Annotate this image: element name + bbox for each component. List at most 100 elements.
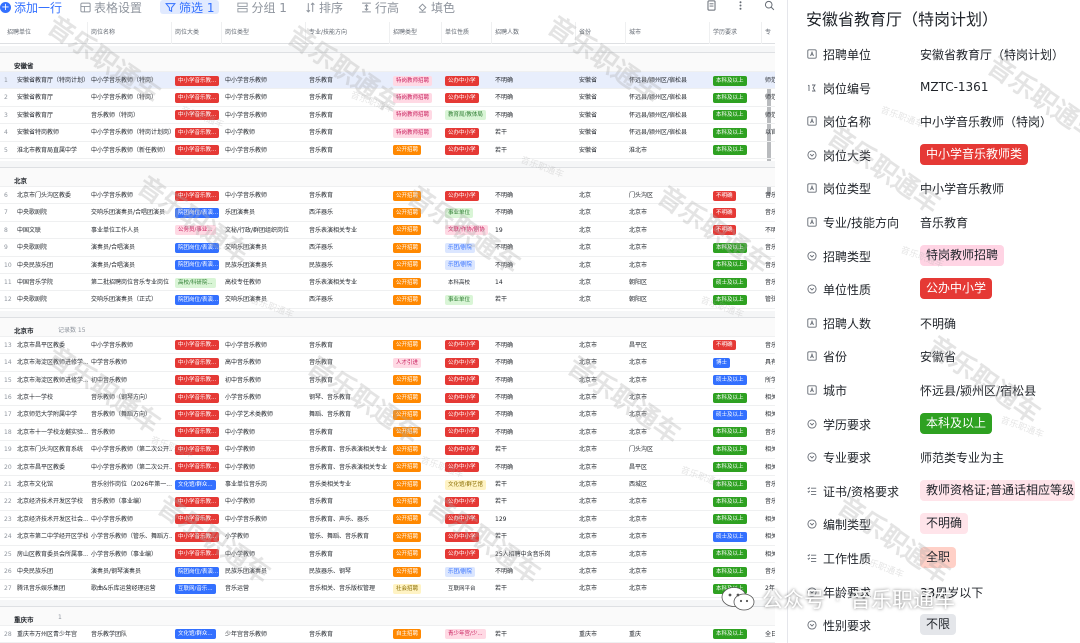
table-cell[interactable]: 不明确	[492, 72, 576, 89]
table-cell[interactable]: 中小学音乐教...	[172, 142, 222, 159]
table-cell[interactable]: 重庆市	[576, 626, 626, 643]
table-cell[interactable]: 音乐教育	[306, 124, 390, 141]
table-cell[interactable]: 门头沟区	[626, 441, 710, 458]
field-value[interactable]: MZTC-1361	[920, 80, 988, 94]
table-cell[interactable]: 北京市	[626, 546, 710, 563]
table-cell[interactable]: 昌平区	[626, 337, 710, 354]
table-cell[interactable]: 北京经济技术开发区社会...	[14, 511, 88, 528]
table-cell[interactable]: 院团岗位/表演...	[172, 291, 222, 308]
table-cell[interactable]: 音乐教师（事业编）	[88, 493, 172, 510]
field-value[interactable]: 中小学音乐教师	[920, 180, 1004, 197]
table-cell[interactable]: 中小学教师	[222, 424, 306, 441]
table-cell[interactable]: 北京	[576, 291, 626, 308]
table-cell[interactable]: 中小学音乐教师（特岗计划岗）	[88, 124, 172, 141]
table-cell[interactable]: 公办中小学	[442, 142, 492, 159]
table-cell[interactable]: 小学音乐教师（事业编）	[88, 546, 172, 563]
table-cell[interactable]: 北京市	[626, 354, 710, 371]
column-header[interactable]: 岗位大类	[172, 22, 222, 44]
table-cell[interactable]: 北京市	[576, 459, 626, 476]
table-cell[interactable]: 相关	[762, 406, 775, 423]
table-cell[interactable]: 互联网/音乐...	[172, 580, 222, 597]
table-row[interactable]: 23 北京经济技术开发区社会... 中小学音乐教师 中小学音乐教... 中小学音乐教师音…	[0, 511, 775, 529]
table-cell[interactable]: 怀远县/颍州区/宿松县	[626, 89, 710, 106]
table-cell[interactable]: 中小学音乐教师（第二次公开...	[88, 441, 172, 458]
table-cell[interactable]: 公开招聘	[390, 239, 442, 256]
group-header[interactable]: 北京市 记录数 15	[0, 316, 775, 337]
table-cell[interactable]: 若干	[492, 142, 576, 159]
table-row[interactable]: 3 安徽省教育厅 音乐教师（特岗） 中小学音乐教... 中小学音乐教师 音乐教育 特岗教师招…	[0, 107, 775, 125]
table-cell[interactable]: 安徽省教育厅	[14, 89, 88, 106]
table-cell[interactable]: 不明确	[492, 563, 576, 580]
table-cell[interactable]: 中小学音乐教师	[222, 511, 306, 528]
table-cell[interactable]: 中小学音乐教师（特岗）	[88, 72, 172, 89]
table-cell[interactable]: 师范	[762, 89, 775, 106]
table-cell[interactable]: 北京市	[576, 372, 626, 389]
table-cell[interactable]: 文化馆/群众...	[172, 476, 222, 493]
table-cell[interactable]: 自主招聘	[390, 626, 442, 643]
table-cell[interactable]: 淮北市	[626, 142, 710, 159]
table-cell[interactable]: 公办中小学	[442, 493, 492, 510]
table-cell[interactable]: 北京市	[626, 493, 710, 510]
table-row[interactable]: 6 北京市门头沟区教委 中小学音乐教师 中小学音乐教... 中小学音乐教师 音乐教育 公开招…	[0, 187, 775, 205]
table-cell[interactable]: 中小学音乐教师	[222, 72, 306, 89]
table-cell[interactable]: 北京市十一学校龙樾实验...	[14, 424, 88, 441]
table-cell[interactable]: 初中音乐教师	[222, 372, 306, 389]
table-cell[interactable]: 中小学音乐教...	[172, 389, 222, 406]
table-cell[interactable]: 中小学音乐教...	[172, 424, 222, 441]
table-cell[interactable]: 北京市	[626, 239, 710, 256]
table-cell[interactable]: 不明确	[492, 107, 576, 124]
field-value[interactable]: 师范类专业为主	[920, 449, 1004, 466]
table-cell[interactable]: 音乐	[762, 476, 775, 493]
table-row[interactable]: 17 北京师范大学附属中学 音乐教师（舞蹈方向） 中小学音乐教... 中小学艺术类教师舞…	[0, 406, 775, 424]
table-row[interactable]: 12 中央歌剧院 交响乐团演奏员（正式） 院团岗位/表演... 交响乐团演奏员 西洋器乐公…	[0, 291, 775, 309]
table-cell[interactable]: 师范	[762, 72, 775, 89]
table-cell[interactable]: 小学音乐教师（管乐、舞蹈方...	[88, 528, 172, 545]
table-cell[interactable]: 音乐教学团队	[88, 626, 172, 643]
table-cell[interactable]: 文联/作协/剧协	[442, 222, 492, 239]
table-cell[interactable]: 公办中小学	[442, 459, 492, 476]
table-cell[interactable]: 公开招聘	[390, 372, 442, 389]
table-cell[interactable]: 本科及以上	[710, 291, 762, 308]
field-value[interactable]: 不明确	[920, 513, 969, 535]
table-cell[interactable]: 安徽省	[576, 107, 626, 124]
table-cell[interactable]: 西洋器乐	[306, 204, 390, 221]
table-cell[interactable]: 民族器乐	[306, 257, 390, 274]
table-cell[interactable]: 公开招聘	[390, 493, 442, 510]
table-cell[interactable]: 公办中小学	[442, 511, 492, 528]
table-cell[interactable]: 中小学音乐教师	[222, 187, 306, 204]
table-cell[interactable]: 公开招聘	[390, 257, 442, 274]
table-cell[interactable]: 中小学音乐教师	[222, 107, 306, 124]
table-cell[interactable]: 北京十一学校	[14, 389, 88, 406]
table-cell[interactable]: 小学教师	[222, 528, 306, 545]
table-cell[interactable]: 本科及以上	[710, 142, 762, 159]
table-cell[interactable]: 北京市	[576, 528, 626, 545]
table-cell[interactable]: 北京市文化馆	[14, 476, 88, 493]
table-cell[interactable]: 特岗教师招聘	[390, 72, 442, 89]
table-cell[interactable]: 公办中小学	[442, 372, 492, 389]
table-cell[interactable]: 若干	[492, 476, 576, 493]
table-row[interactable]: 18 北京市十一学校龙樾实验... 音乐教师 中小学音乐教... 中小学教师 音乐教育 公开…	[0, 424, 775, 442]
table-cell[interactable]: 中小学教师	[222, 459, 306, 476]
table-cell[interactable]: 中小学教师	[222, 546, 306, 563]
table-cell[interactable]: 中国文联	[14, 222, 88, 239]
table-cell[interactable]: 中小学音乐教师	[222, 142, 306, 159]
column-header[interactable]: 学历要求	[710, 22, 762, 44]
table-cell[interactable]: 音乐	[762, 424, 775, 441]
table-cell[interactable]: 北京市	[576, 337, 626, 354]
table-cell[interactable]: 淮北市教育局直属中学	[14, 142, 88, 159]
table-cell[interactable]: 公开招聘	[390, 441, 442, 458]
table-cell[interactable]: 交响乐团演奏员（正式）	[88, 291, 172, 308]
table-cell[interactable]: 教育局/教体局	[442, 107, 492, 124]
table-cell[interactable]: 公办中小学	[442, 389, 492, 406]
table-cell[interactable]: 院团岗位/表演...	[172, 239, 222, 256]
table-cell[interactable]: 北京	[576, 187, 626, 204]
table-cell[interactable]: 安徽省特岗教师	[14, 124, 88, 141]
table-cell[interactable]: 中小学音乐教...	[172, 406, 222, 423]
table-cell[interactable]: 具有	[762, 354, 775, 371]
table-cell[interactable]: 相关	[762, 546, 775, 563]
table-row[interactable]: 20 北京市昌平区教委 中小学音乐教师（第二次公开... 中小学音乐教... 中小学教师…	[0, 459, 775, 476]
toolbar-fill-color-button[interactable]: 填色	[417, 0, 455, 14]
table-cell[interactable]: 公办中小学	[442, 424, 492, 441]
table-cell[interactable]: 音乐相关、音乐版权管理	[306, 580, 390, 597]
table-cell[interactable]: 中小学音乐教师	[222, 89, 306, 106]
